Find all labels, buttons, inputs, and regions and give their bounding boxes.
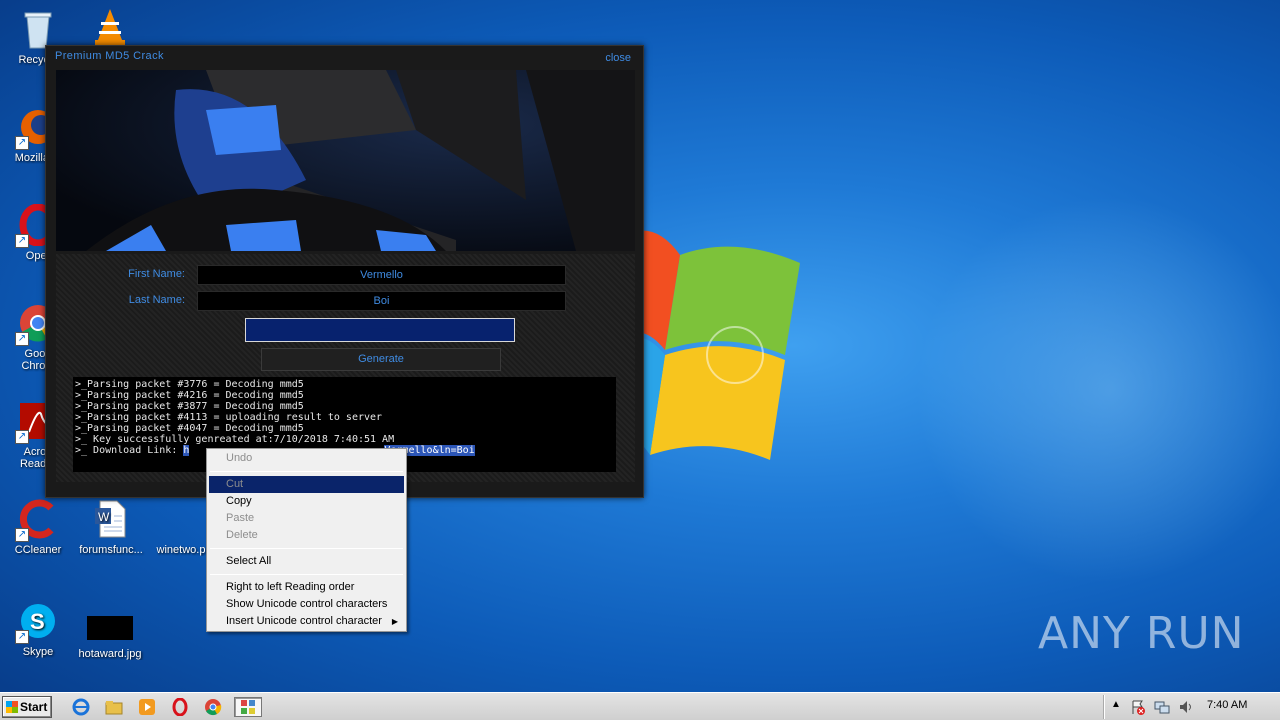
download-link-selected-start[interactable]: h: [183, 445, 190, 456]
watermark-text: ANY RUN: [1038, 608, 1245, 659]
menu-item-insert-unicode-label: Insert Unicode control character: [226, 615, 382, 627]
menu-item-show-unicode[interactable]: Show Unicode control characters: [209, 596, 404, 613]
log-line: >_Parsing packet #3877 = Decoding mmd5: [75, 401, 304, 412]
menu-item-undo[interactable]: Undo: [209, 450, 404, 467]
menu-item-paste[interactable]: Paste: [209, 510, 404, 527]
volume-icon[interactable]: [1178, 699, 1194, 715]
taskbar-chrome[interactable]: [202, 697, 224, 717]
image-thumbnail-icon: [87, 616, 133, 640]
menu-separator: [210, 471, 403, 472]
log-line: >_ Key successfully genreated at:7/10/20…: [75, 434, 395, 445]
menu-separator: [210, 574, 403, 575]
banner-image: [56, 70, 635, 251]
submenu-arrow-icon: ▶: [391, 617, 398, 626]
close-link[interactable]: close: [605, 52, 631, 64]
last-name-label: Last Name:: [128, 294, 185, 306]
menu-item-select-all[interactable]: Select All: [209, 553, 404, 570]
taskbar-internet-explorer[interactable]: [70, 697, 92, 717]
menu-item-rtl-reading-order[interactable]: Right to left Reading order: [209, 579, 404, 596]
desktop-icon-hotaward[interactable]: hotaward.jpg: [72, 610, 148, 660]
windows-flag-logo: [625, 230, 800, 460]
start-button[interactable]: Start: [2, 696, 52, 718]
menu-item-insert-unicode[interactable]: Insert Unicode control character ▶: [209, 613, 404, 630]
skype-icon: S ↗: [15, 600, 59, 644]
log-line: >_Parsing packet #4047 = Decoding mmd5: [75, 423, 304, 434]
taskbar-file-explorer[interactable]: [103, 697, 125, 717]
svg-text:W: W: [98, 510, 110, 524]
last-name-field[interactable]: Boi: [197, 291, 566, 311]
start-label: Start: [20, 700, 48, 714]
menu-item-delete[interactable]: Delete: [209, 527, 404, 544]
media-player-icon: [139, 699, 155, 715]
desktop-icon-forumsfunc[interactable]: W forumsfunc...: [73, 498, 149, 556]
anyrun-watermark: ANY RUN: [1038, 608, 1245, 659]
show-hidden-icons-arrow-icon[interactable]: ▲: [1111, 699, 1121, 710]
system-tray: ▲: [1103, 695, 1278, 719]
folder-icon: [105, 701, 123, 715]
menu-item-cut[interactable]: Cut: [209, 476, 404, 493]
desktop-icon-skype[interactable]: S ↗ Skype: [0, 600, 76, 658]
window-title: Premium MD5 Crack: [55, 50, 164, 62]
taskbar-opera[interactable]: [169, 697, 191, 717]
app-window-icon: [241, 700, 255, 714]
taskbar-keygen-app[interactable]: [234, 697, 262, 717]
windows-logo-icon: [6, 701, 18, 713]
taskbar-clock[interactable]: 7:40 AM: [1207, 699, 1247, 711]
recycle-bin-icon: [17, 8, 59, 50]
desktop-icon-ccleaner[interactable]: ↗ CCleaner: [0, 498, 76, 556]
shortcut-arrow-icon: ↗: [15, 136, 29, 150]
taskbar-media-player[interactable]: [136, 697, 158, 717]
shortcut-arrow-icon: ↗: [15, 528, 29, 542]
generate-button[interactable]: Generate: [261, 348, 501, 371]
shortcut-arrow-icon: ↗: [15, 430, 29, 444]
internet-explorer-icon: [72, 698, 90, 716]
word-document-icon: W: [90, 498, 132, 540]
menu-item-copy[interactable]: Copy: [209, 493, 404, 510]
network-icon[interactable]: [1154, 699, 1170, 715]
log-line: >_Parsing packet #4113 = uploading resul…: [75, 412, 383, 423]
menu-separator: [210, 548, 403, 549]
ccleaner-icon: ↗: [15, 498, 59, 542]
context-menu: Undo Cut Copy Paste Delete Select All Ri…: [206, 448, 407, 632]
keygen-window: Premium MD5 Crack close First Name: Verm…: [45, 45, 644, 498]
image-file-icon: [160, 498, 202, 540]
shortcut-arrow-icon: ↗: [15, 332, 29, 346]
first-name-label: First Name:: [128, 268, 185, 280]
shortcut-arrow-icon: ↗: [15, 630, 29, 644]
taskbar: Start ▲: [0, 692, 1280, 720]
download-prefix: >_ Download Link:: [75, 445, 184, 456]
light-glow: [900, 180, 1280, 600]
action-center-flag-icon[interactable]: [1130, 699, 1146, 715]
banner-graphic: [56, 70, 635, 251]
log-line: >_Parsing packet #3776 = Decoding mmd5: [75, 379, 304, 390]
vlc-icon: [89, 6, 131, 48]
first-name-field[interactable]: Vermello: [197, 265, 566, 285]
svg-text:S: S: [30, 609, 45, 634]
shortcut-arrow-icon: ↗: [15, 234, 29, 248]
serial-key-field[interactable]: [245, 318, 515, 342]
log-line: >_Parsing packet #4216 = Decoding mmd5: [75, 390, 304, 401]
chrome-icon: [205, 699, 222, 716]
opera-icon: [172, 698, 188, 716]
